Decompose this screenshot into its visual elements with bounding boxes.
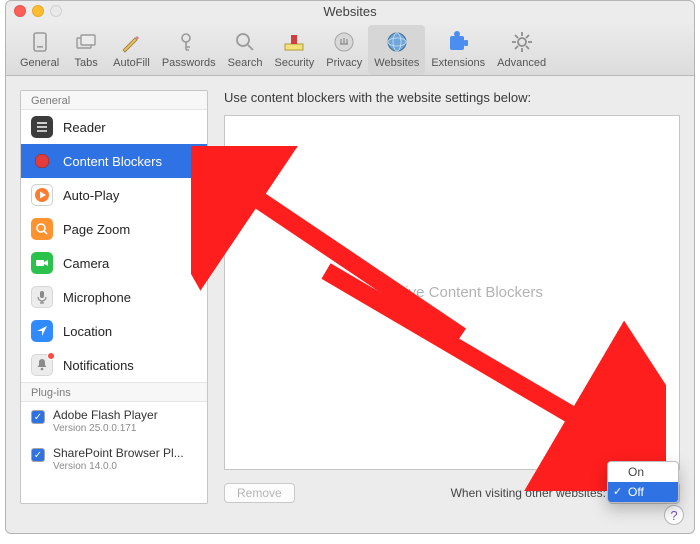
sidebar: General Reader Content Blockers Auto-Pla… — [20, 90, 208, 504]
play-icon — [31, 184, 53, 206]
sidebar-item-label: Notifications — [63, 358, 134, 373]
location-icon — [31, 320, 53, 342]
empty-state-text: No Active Content Blockers — [361, 284, 543, 301]
sidebar-item-label: Microphone — [63, 290, 131, 305]
key-icon — [174, 27, 204, 57]
dropdown-option-on[interactable]: On — [608, 462, 678, 482]
plugin-checkbox[interactable]: ✓ — [31, 410, 45, 424]
section-header-general: General — [21, 91, 207, 110]
sidebar-item-content-blockers[interactable]: Content Blockers — [21, 144, 207, 178]
plugin-name: Adobe Flash Player — [53, 408, 158, 423]
preferences-toolbar: General Tabs AutoFill Passwords Search S… — [6, 21, 694, 76]
main-heading: Use content blockers with the website se… — [224, 90, 680, 105]
sidebar-item-notifications[interactable]: Notifications — [21, 348, 207, 382]
visiting-control: When visiting other websites: Off ▲▼ On … — [451, 482, 680, 504]
globe-icon — [382, 27, 412, 57]
sidebar-item-page-zoom[interactable]: Page Zoom — [21, 212, 207, 246]
microphone-icon — [31, 286, 53, 308]
tabs-icon — [71, 27, 101, 57]
sidebar-item-auto-play[interactable]: Auto-Play — [21, 178, 207, 212]
help-button[interactable]: ? — [664, 505, 684, 525]
search-icon — [230, 27, 260, 57]
camera-icon — [31, 252, 53, 274]
plugin-row-sharepoint[interactable]: ✓ SharePoint Browser Pl... Version 14.0.… — [21, 440, 207, 478]
content-area: General Reader Content Blockers Auto-Pla… — [6, 76, 694, 518]
bottom-bar: Remove When visiting other websites: Off… — [224, 470, 680, 504]
security-icon — [279, 27, 309, 57]
dropdown-menu: On ✓Off — [607, 461, 679, 503]
stop-icon — [31, 150, 53, 172]
extensions-icon — [443, 27, 473, 57]
tool-extensions[interactable]: Extensions — [425, 25, 491, 75]
tool-search[interactable]: Search — [222, 25, 269, 75]
sidebar-item-camera[interactable]: Camera — [21, 246, 207, 280]
section-header-plugins: Plug-ins — [21, 382, 207, 402]
general-icon — [25, 27, 55, 57]
visiting-dropdown[interactable]: Off ▲▼ On ✓Off — [608, 482, 680, 504]
tool-advanced[interactable]: Advanced — [491, 25, 552, 75]
tool-passwords[interactable]: Passwords — [156, 25, 222, 75]
main-pane: Use content blockers with the website se… — [224, 90, 680, 504]
plugin-row-flash[interactable]: ✓ Adobe Flash Player Version 25.0.0.171 — [21, 402, 207, 440]
plugin-checkbox[interactable]: ✓ — [31, 448, 45, 462]
plugin-version: Version 25.0.0.171 — [53, 423, 158, 434]
sidebar-item-label: Camera — [63, 256, 109, 271]
sidebar-item-microphone[interactable]: Microphone — [21, 280, 207, 314]
sidebar-item-reader[interactable]: Reader — [21, 110, 207, 144]
bell-icon — [31, 354, 53, 376]
notification-badge-icon — [47, 352, 55, 360]
remove-button[interactable]: Remove — [224, 483, 295, 503]
titlebar: Websites — [6, 1, 694, 21]
autofill-icon — [116, 27, 146, 57]
sidebar-item-location[interactable]: Location — [21, 314, 207, 348]
tool-security[interactable]: Security — [268, 25, 320, 75]
visiting-label: When visiting other websites: — [451, 486, 606, 500]
tool-general[interactable]: General — [14, 25, 65, 75]
website-list-empty: No Active Content Blockers — [224, 115, 680, 470]
dropdown-option-off[interactable]: ✓Off — [608, 482, 678, 502]
sidebar-item-label: Location — [63, 324, 112, 339]
plugin-name: SharePoint Browser Pl... — [53, 446, 184, 461]
plugin-version: Version 14.0.0 — [53, 461, 184, 472]
window-title: Websites — [6, 4, 694, 19]
tool-privacy[interactable]: Privacy — [320, 25, 368, 75]
zoom-icon — [31, 218, 53, 240]
tool-autofill[interactable]: AutoFill — [107, 25, 156, 75]
check-icon: ✓ — [613, 485, 622, 498]
sidebar-item-label: Auto-Play — [63, 188, 119, 203]
sidebar-item-label: Page Zoom — [63, 222, 130, 237]
reader-icon — [31, 116, 53, 138]
gear-icon — [507, 27, 537, 57]
preferences-window: Websites General Tabs AutoFill Passwords… — [5, 0, 695, 534]
sidebar-item-label: Content Blockers — [63, 154, 162, 169]
tool-tabs[interactable]: Tabs — [65, 25, 107, 75]
tool-websites[interactable]: Websites — [368, 25, 425, 75]
sidebar-item-label: Reader — [63, 120, 106, 135]
privacy-icon — [329, 27, 359, 57]
